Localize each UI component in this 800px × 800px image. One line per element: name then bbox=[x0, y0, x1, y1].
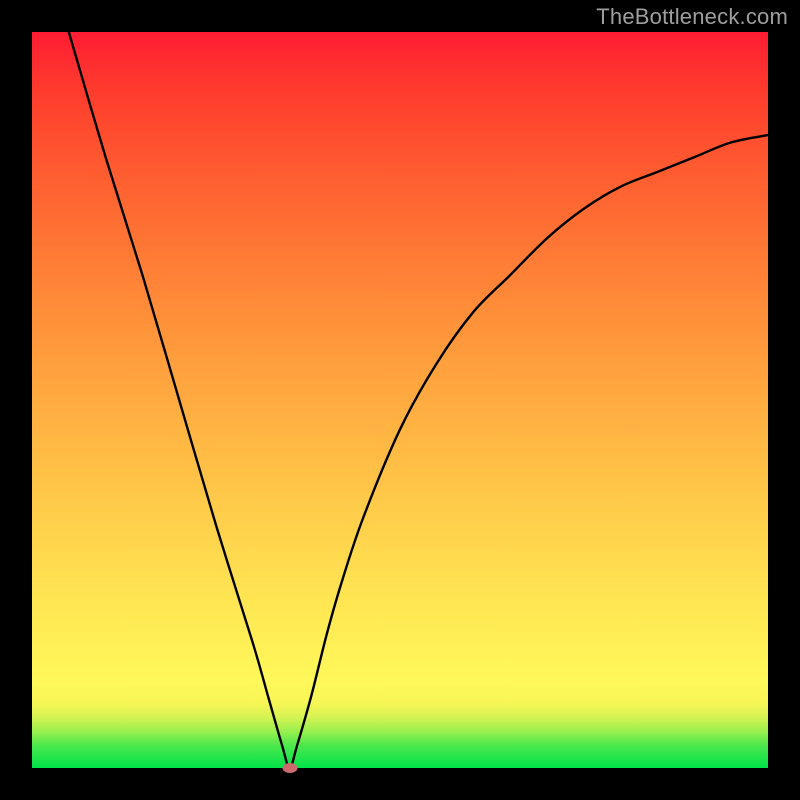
watermark-text: TheBottleneck.com bbox=[596, 4, 788, 30]
optimum-marker bbox=[282, 763, 297, 773]
curve-path bbox=[69, 32, 768, 768]
bottleneck-curve bbox=[32, 32, 768, 768]
chart-frame: TheBottleneck.com bbox=[0, 0, 800, 800]
plot-area bbox=[32, 32, 768, 768]
